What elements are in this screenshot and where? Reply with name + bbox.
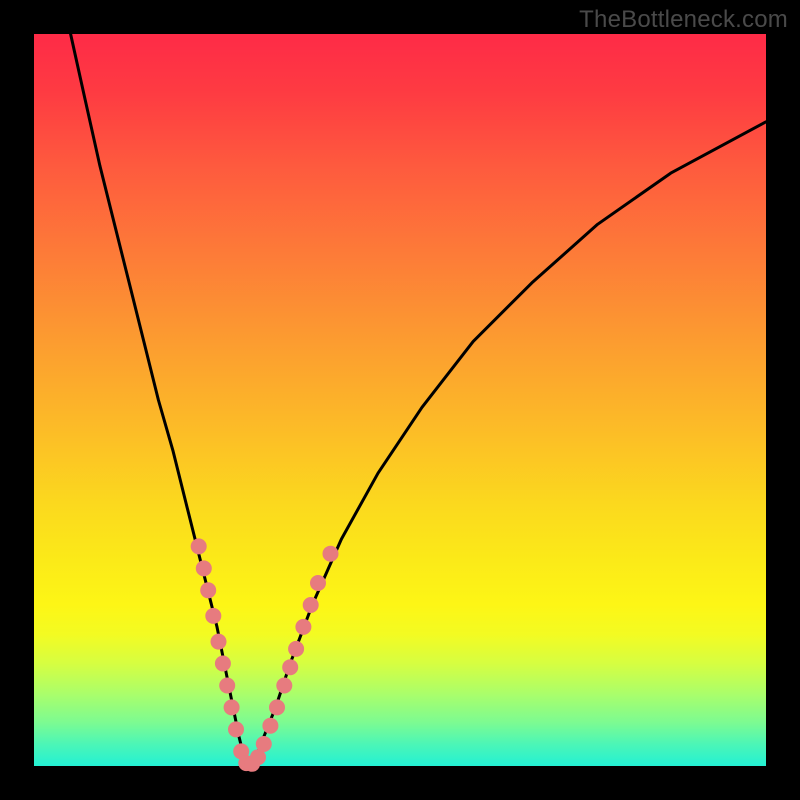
data-marker xyxy=(224,699,240,715)
data-marker xyxy=(269,699,285,715)
data-marker xyxy=(200,582,216,598)
data-marker xyxy=(196,560,212,576)
bottleneck-curve xyxy=(71,34,766,766)
data-marker xyxy=(219,678,235,694)
data-marker xyxy=(288,641,304,657)
data-marker xyxy=(295,619,311,635)
data-marker xyxy=(310,575,326,591)
data-marker xyxy=(303,597,319,613)
data-marker xyxy=(215,656,231,672)
curve-layer xyxy=(34,34,766,766)
data-marker xyxy=(282,659,298,675)
data-marker xyxy=(323,546,339,562)
data-marker xyxy=(256,736,272,752)
data-marker xyxy=(211,634,227,650)
data-marker xyxy=(262,718,278,734)
data-marker xyxy=(191,538,207,554)
data-marker xyxy=(205,608,221,624)
plot-area xyxy=(34,34,766,766)
chart-frame: TheBottleneck.com xyxy=(0,0,800,800)
data-marker xyxy=(228,721,244,737)
marker-cluster xyxy=(191,538,339,771)
data-marker xyxy=(276,678,292,694)
watermark-text: TheBottleneck.com xyxy=(579,6,788,34)
